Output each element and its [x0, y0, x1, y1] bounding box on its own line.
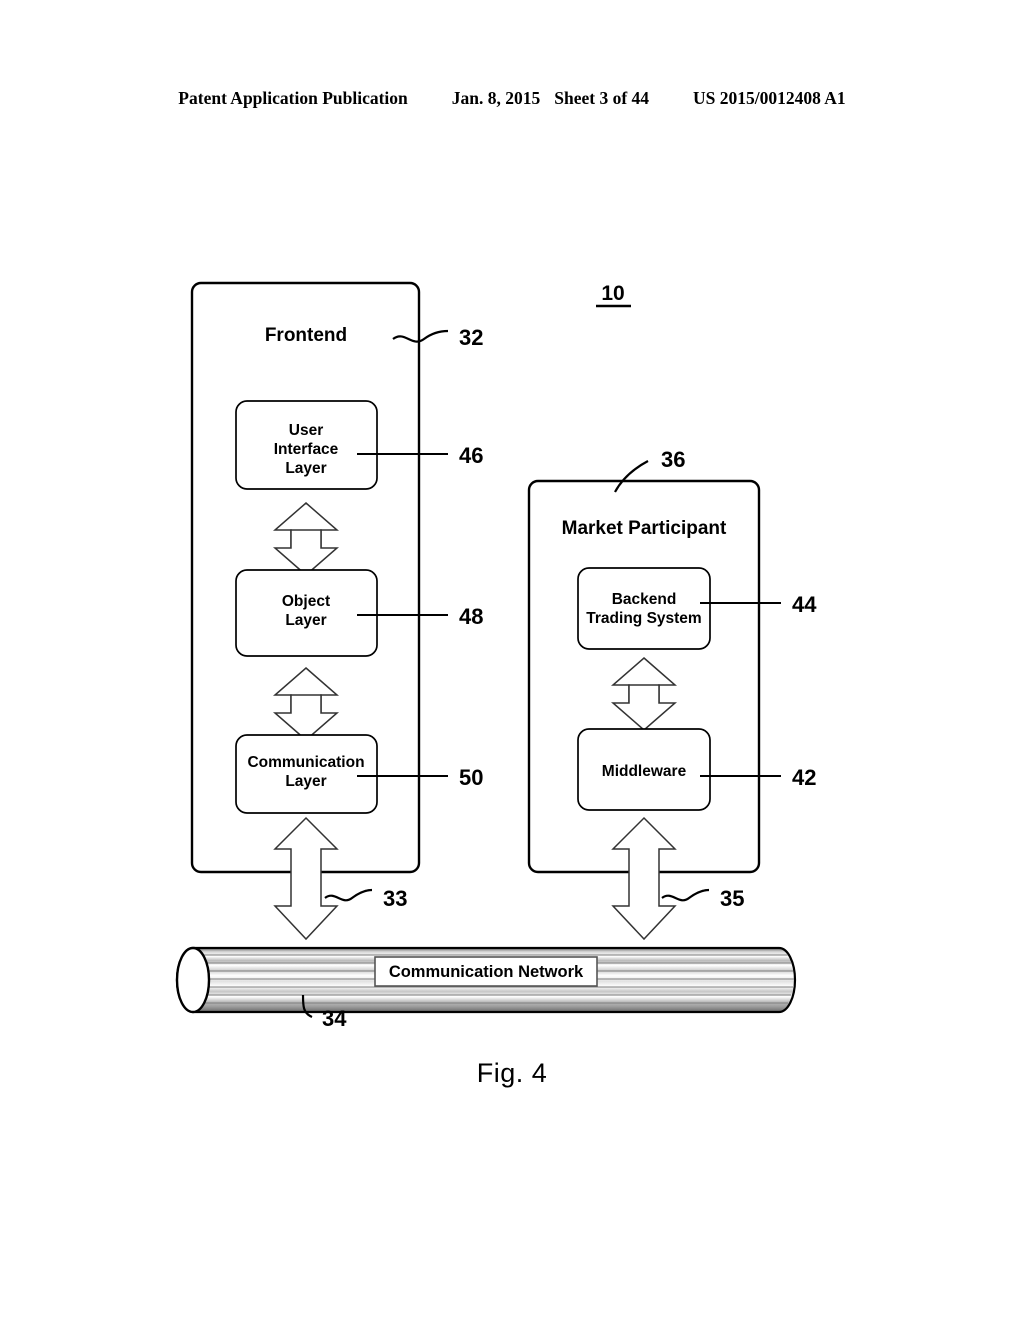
frontend-ref-label: 32	[459, 325, 483, 350]
frontend-network-link-ref-label: 33	[383, 886, 407, 911]
frontend-layer-user-interface[interactable]: User Interface Layer 46	[235, 400, 483, 490]
patent-figure-4: 10 Frontend 32 User Interface Layer 46 O…	[0, 0, 1024, 1320]
object-layer-label-line2: Layer	[285, 612, 326, 629]
market-participant-network-link-ref-label: 35	[720, 886, 744, 911]
user-interface-layer-ref-label: 46	[459, 443, 483, 468]
frontend-title: Frontend	[265, 325, 347, 346]
user-interface-layer-label-line1: User	[289, 422, 323, 439]
system-reference-10: 10	[596, 282, 631, 308]
backend-trading-system-label-line2: Trading System	[586, 610, 701, 627]
market-participant-ref-label: 36	[661, 447, 685, 472]
user-interface-layer-label-line3: Layer	[285, 460, 326, 477]
backend-trading-system-box[interactable]	[577, 567, 711, 650]
middleware-label: Middleware	[602, 763, 687, 780]
market-participant-title: Market Participant	[562, 518, 727, 539]
system-ref-label: 10	[601, 282, 624, 305]
frontend-layer-object[interactable]: Object Layer 48	[235, 569, 483, 657]
communication-network-label: Communication Network	[389, 963, 584, 981]
frontend-layer-communication[interactable]: Communication Layer 50	[235, 734, 483, 814]
network-ref-label: 34	[322, 1006, 347, 1031]
market-participant-middleware[interactable]: Middleware 42	[577, 728, 816, 811]
communication-layer-label-line1: Communication	[247, 754, 364, 771]
object-layer-ref-label: 48	[459, 604, 483, 629]
middleware-ref-label: 42	[792, 765, 816, 790]
user-interface-layer-label-line2: Interface	[274, 441, 339, 458]
communication-layer-ref-label: 50	[459, 765, 483, 790]
cylinder-left-cap	[175, 946, 211, 1014]
frontend-network-link-ref-leader	[324, 888, 373, 902]
communication-network-cylinder[interactable]: Communication Network 34	[175, 946, 797, 1031]
communication-layer-label-line2: Layer	[285, 773, 326, 790]
figure-caption: Fig. 4	[476, 1058, 548, 1088]
market-participant-backend-trading-system[interactable]: Backend Trading System 44	[577, 567, 817, 650]
backend-trading-system-ref-label: 44	[792, 592, 817, 617]
backend-trading-system-label-line1: Backend	[612, 591, 677, 608]
market-participant-network-link-ref-leader	[661, 888, 710, 902]
object-layer-label-line1: Object	[282, 593, 330, 610]
